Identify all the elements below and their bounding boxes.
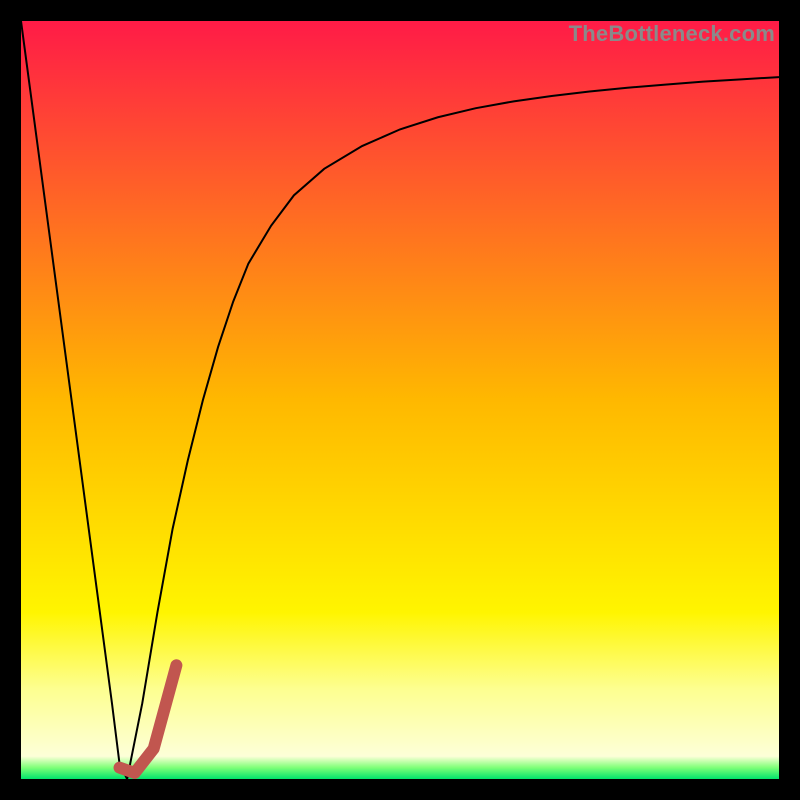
gradient-background	[21, 21, 779, 779]
chart-frame: TheBottleneck.com	[0, 0, 800, 800]
chart-svg	[21, 21, 779, 779]
watermark-text: TheBottleneck.com	[569, 21, 775, 47]
plot-area: TheBottleneck.com	[21, 21, 779, 779]
